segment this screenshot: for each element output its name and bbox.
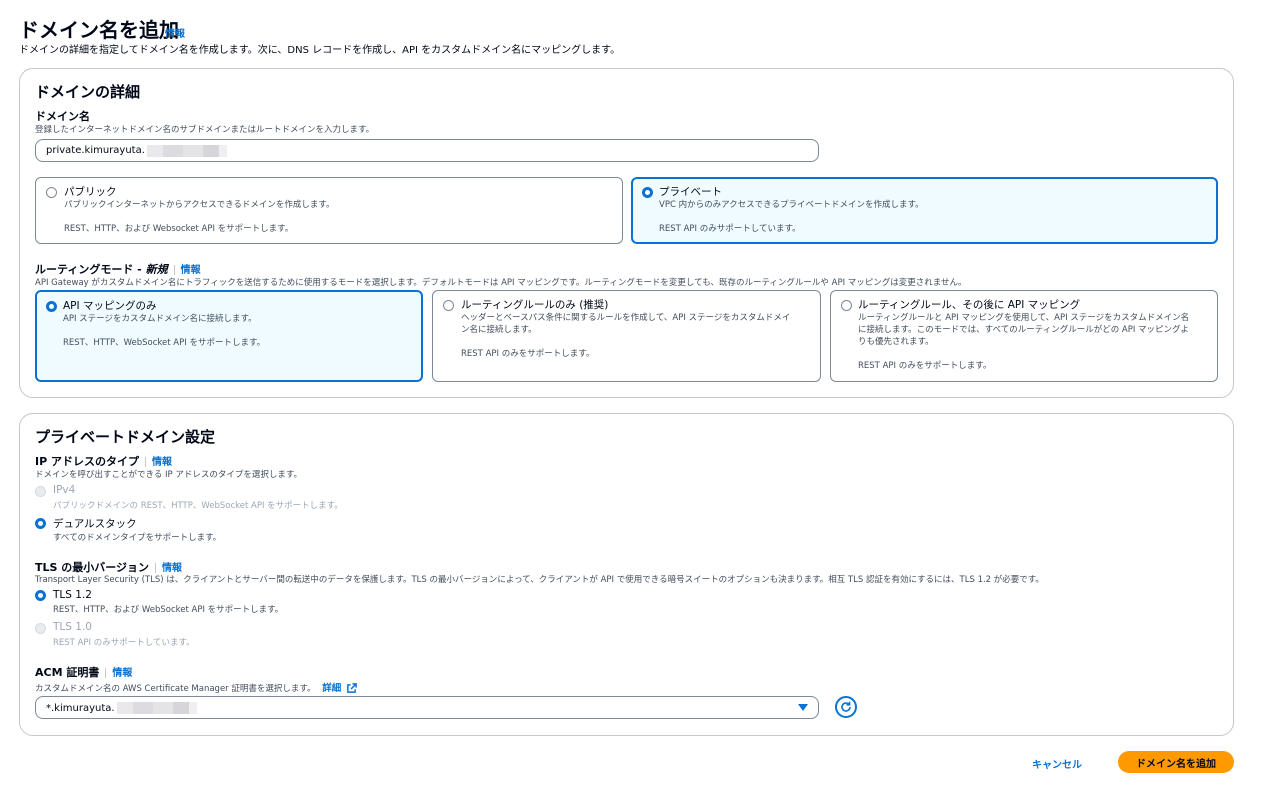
routing-rules-title: ルーティングルールのみ (推奨) bbox=[461, 299, 609, 311]
routing-rules-radio[interactable] bbox=[443, 300, 454, 311]
routing-rules-then-mapping-note: REST API のみをサポートします。 bbox=[858, 361, 992, 371]
tls12-desc: REST、HTTP、および WebSocket API をサポートします。 bbox=[53, 605, 284, 615]
routing-mode-description: API Gateway がカスタムドメイン名にトラフィックを送信するために使用す… bbox=[35, 278, 967, 288]
routing-mode-label: ルーティングモード - 新規 情報 bbox=[35, 263, 201, 276]
tls10-desc: REST API のみサポートしています。 bbox=[53, 638, 195, 648]
ip-type-description: ドメインを呼び出すことができる IP アドレスのタイプを選択します。 bbox=[35, 470, 303, 480]
domain-details-title: ドメインの詳細 bbox=[35, 83, 141, 101]
acm-certificate-value: *.kimurayuta. bbox=[46, 702, 115, 714]
tls10-title: TLS 1.0 bbox=[53, 621, 92, 633]
title-info-link[interactable]: 情報 bbox=[165, 25, 185, 40]
acm-details-link[interactable]: 詳細 bbox=[322, 683, 341, 694]
routing-rules-desc-line2: ン名に接続します。 bbox=[461, 325, 537, 335]
public-option-tile[interactable]: パブリック パブリックインターネットからアクセスできるドメインを作成します。 R… bbox=[35, 177, 623, 244]
routing-api-mapping-tile[interactable]: API マッピングのみ API ステージをカスタムドメイン名に接続します。 RE… bbox=[35, 290, 423, 382]
routing-rules-then-mapping-radio[interactable] bbox=[841, 300, 852, 311]
routing-rules-note: REST API のみをサポートします。 bbox=[461, 349, 595, 359]
routing-rules-then-mapping-title: ルーティングルール、その後に API マッピング bbox=[858, 299, 1081, 311]
private-note: REST API のみサポートしています。 bbox=[659, 224, 801, 234]
domain-name-input[interactable]: private.kimurayuta. bbox=[35, 139, 819, 162]
routing-new-badge: 新規 bbox=[145, 263, 168, 276]
private-desc: VPC 内からのみアクセスできるプライベートドメインを作成します。 bbox=[659, 200, 924, 210]
dualstack-radio[interactable] bbox=[35, 518, 46, 529]
ip-type-label: IP アドレスのタイプ 情報 bbox=[35, 455, 172, 468]
refresh-button[interactable] bbox=[835, 696, 857, 718]
tls10-radio bbox=[35, 623, 46, 634]
acm-description: カスタムドメイン名の AWS Certificate Manager 証明書を選… bbox=[35, 680, 357, 694]
private-radio[interactable] bbox=[642, 187, 653, 198]
routing-rules-then-mapping-desc-line3: りも優先されます。 bbox=[858, 337, 934, 347]
tls12-title: TLS 1.2 bbox=[53, 589, 92, 601]
domain-name-value: private.kimurayuta. bbox=[46, 145, 145, 156]
routing-rules-desc: ヘッダーとベースパス条件に関するルールを作成して、API ステージをカスタムドメ… bbox=[461, 313, 791, 323]
redacted-text bbox=[146, 144, 227, 157]
routing-api-mapping-title: API マッピングのみ bbox=[63, 300, 157, 312]
external-link-icon[interactable] bbox=[346, 683, 357, 694]
acm-label: ACM 証明書 情報 bbox=[35, 666, 133, 679]
public-title: パブリック bbox=[64, 186, 117, 198]
routing-rules-then-mapping-desc: ルーティングルールと API マッピングを使用して、API ステージをカスタムド… bbox=[858, 313, 1190, 323]
routing-api-mapping-desc: API ステージをカスタムドメイン名に接続します。 bbox=[63, 314, 257, 324]
add-domain-button[interactable]: ドメイン名を追加 bbox=[1118, 751, 1234, 773]
routing-api-mapping-radio[interactable] bbox=[46, 301, 57, 312]
tls-description: Transport Layer Security (TLS) は、クライアントと… bbox=[35, 575, 1044, 585]
page-description: ドメインの詳細を指定してドメイン名を作成します。次に、DNS レコードを作成し、… bbox=[19, 45, 621, 56]
public-desc: パブリックインターネットからアクセスできるドメインを作成します。 bbox=[64, 200, 335, 210]
acm-certificate-select[interactable]: *.kimurayuta. bbox=[35, 696, 819, 719]
private-settings-title: プライベートドメイン設定 bbox=[35, 428, 216, 446]
routing-api-mapping-note: REST、HTTP、WebSocket API をサポートします。 bbox=[63, 338, 266, 348]
domain-name-description: 登録したインターネットドメイン名のサブドメインまたはルートドメインを入力します。 bbox=[35, 125, 375, 135]
private-title: プライベート bbox=[659, 186, 722, 198]
redacted-text bbox=[116, 701, 197, 714]
private-option-tile[interactable]: プライベート VPC 内からのみアクセスできるプライベートドメインを作成します。… bbox=[631, 177, 1218, 244]
dualstack-title: デュアルスタック bbox=[53, 518, 137, 530]
tls12-radio[interactable] bbox=[35, 590, 46, 601]
routing-rules-then-mapping-desc-line2: に接続します。このモードでは、すべてのルーティングルールがどの API マッピン… bbox=[858, 325, 1190, 335]
ipv4-desc: パブリックドメインの REST、HTTP、WebSocket API をサポート… bbox=[53, 501, 343, 511]
routing-rules-tile[interactable]: ルーティングルールのみ (推奨) ヘッダーとベースパス条件に関するルールを作成し… bbox=[432, 290, 821, 382]
routing-rules-then-mapping-tile[interactable]: ルーティングルール、その後に API マッピング ルーティングルールと API … bbox=[830, 290, 1218, 382]
routing-info-link[interactable]: 情報 bbox=[181, 265, 201, 276]
ip-type-info-link[interactable]: 情報 bbox=[152, 457, 172, 468]
acm-info-link[interactable]: 情報 bbox=[112, 668, 132, 679]
ipv4-title: IPv4 bbox=[53, 484, 76, 496]
refresh-icon bbox=[841, 701, 851, 712]
public-note: REST、HTTP、および Websocket API をサポートします。 bbox=[64, 224, 294, 234]
page-title: ドメイン名を追加 bbox=[19, 18, 179, 42]
ipv4-radio bbox=[35, 486, 46, 497]
domain-name-label: ドメイン名 bbox=[35, 110, 90, 123]
dualstack-desc: すべてのドメインタイプをサポートします。 bbox=[53, 533, 222, 543]
public-radio[interactable] bbox=[46, 187, 57, 198]
caret-down-icon bbox=[798, 703, 808, 711]
cancel-button[interactable]: キャンセル bbox=[1032, 756, 1082, 771]
